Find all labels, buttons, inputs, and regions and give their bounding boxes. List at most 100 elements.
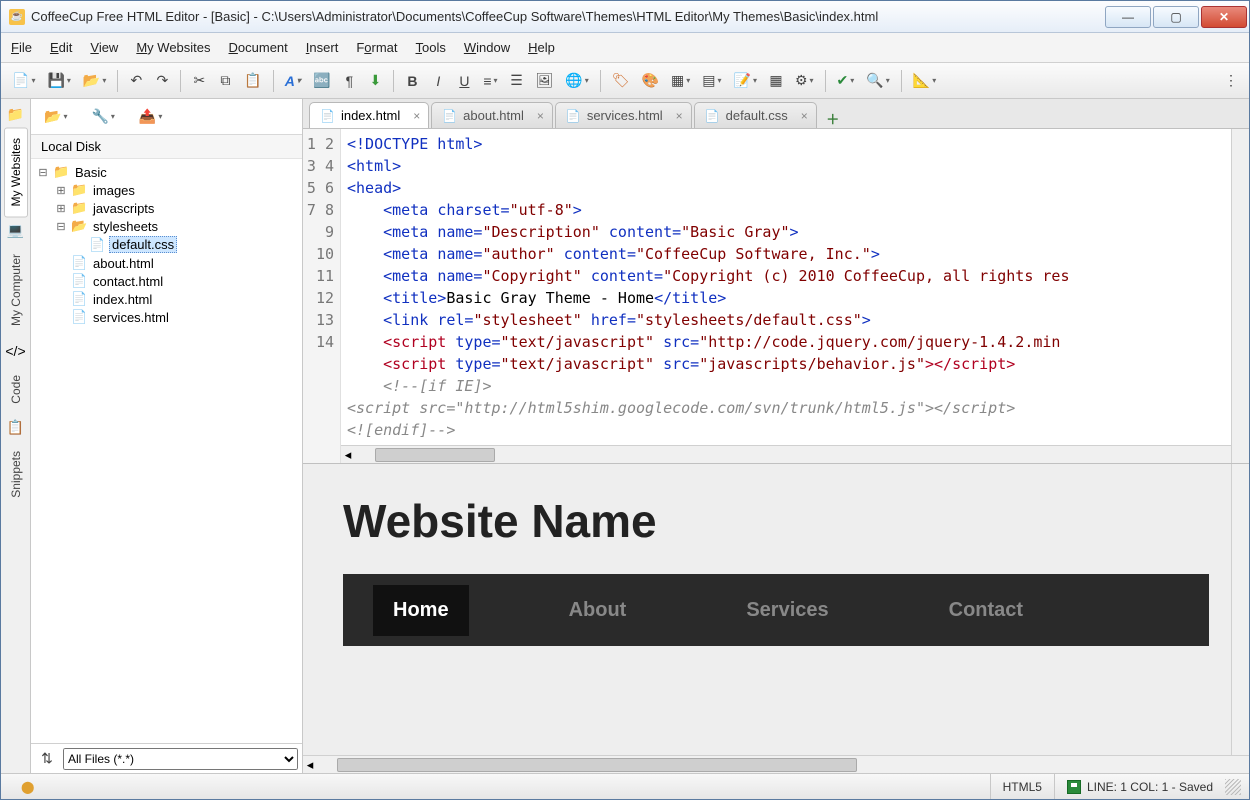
redo-button[interactable]: ↷ — [150, 68, 174, 94]
separator — [901, 70, 902, 92]
vtab-icon: </> — [7, 342, 25, 360]
menu-view[interactable]: View — [90, 40, 118, 55]
code-vscrollbar[interactable] — [1231, 129, 1249, 463]
file-icon: 📄 — [320, 109, 335, 123]
status-icon: ⬤ — [21, 780, 34, 794]
file-icon: 📄 — [566, 109, 581, 123]
titlebar: ☕ CoffeeCup Free HTML Editor - [Basic] -… — [1, 1, 1249, 33]
vtab-icon: 💻 — [7, 221, 25, 239]
tree-file[interactable]: 📄contact.html — [37, 272, 296, 290]
pilcrow-button[interactable]: ¶ — [337, 68, 361, 94]
side-tool-button[interactable]: 🔧▾ — [86, 104, 119, 130]
side-upload-button[interactable]: 📤▾ — [134, 104, 167, 130]
code-hscrollbar[interactable]: ◂ — [341, 445, 1231, 463]
table-button[interactable]: ▦ — [764, 68, 788, 94]
toolbar: 📄▾ 💾▾ 📂▾ ↶ ↷ ✂ ⧉ 📋 A▾ 🔤 ¶ ⬇ B I U ≡▾ ☰ 🖼… — [1, 63, 1249, 99]
menu-document[interactable]: Document — [229, 40, 288, 55]
tab-index[interactable]: 📄index.html× — [309, 102, 429, 128]
image-button[interactable]: 🖼 — [531, 68, 559, 94]
char-button[interactable]: 🔤 — [308, 68, 335, 94]
tab-services[interactable]: 📄services.html× — [555, 102, 692, 128]
menu-help[interactable]: Help — [528, 40, 555, 55]
side-open-button[interactable]: 📂▾ — [39, 104, 72, 130]
settings-button[interactable]: ⚙▾ — [790, 68, 819, 94]
color-button[interactable]: 🎨 — [637, 68, 664, 94]
resize-grip[interactable] — [1225, 779, 1241, 795]
tag-button[interactable]: 🏷 — [607, 68, 635, 94]
separator — [273, 70, 274, 92]
undo-button[interactable]: ↶ — [124, 68, 148, 94]
tree-file[interactable]: 📄index.html — [37, 290, 296, 308]
tree-folder-root[interactable]: ⊟📁Basic — [37, 163, 296, 181]
menu-tools[interactable]: Tools — [416, 40, 446, 55]
file-icon: 📄 — [442, 109, 457, 123]
close-button[interactable]: ✕ — [1201, 6, 1247, 28]
tree-file-selected[interactable]: 📄default.css — [37, 235, 296, 254]
maximize-button[interactable]: ▢ — [1153, 6, 1199, 28]
new-file-button[interactable]: 📄▾ — [7, 68, 40, 94]
list-button[interactable]: ☰ — [505, 68, 529, 94]
search-button[interactable]: 🔍▾ — [861, 68, 894, 94]
font-button[interactable]: A▾ — [280, 68, 306, 94]
tree-file[interactable]: 📄services.html — [37, 308, 296, 326]
code-editor[interactable]: 1 2 3 4 5 6 7 8 9 10 11 12 13 14 <!DOCTY… — [303, 129, 1249, 464]
tab-default-css[interactable]: 📄default.css× — [694, 102, 817, 128]
filter-select[interactable]: All Files (*.*) — [63, 748, 298, 770]
menu-insert[interactable]: Insert — [306, 40, 339, 55]
download-button[interactable]: ⬇ — [363, 68, 387, 94]
italic-button[interactable]: I — [426, 68, 450, 94]
preview-nav-about[interactable]: About — [549, 585, 647, 636]
menu-my-websites[interactable]: My Websites — [136, 40, 210, 55]
vtab-my-websites[interactable]: My Websites — [4, 127, 28, 217]
preview-nav: Home About Services Contact — [343, 574, 1209, 646]
status-position: LINE: 1 COL: 1 - Saved — [1054, 774, 1225, 799]
close-icon[interactable]: × — [801, 109, 808, 123]
file-icon: 📄 — [705, 109, 720, 123]
separator — [117, 70, 118, 92]
code-content[interactable]: <!DOCTYPE html> <html> <head> <meta char… — [341, 129, 1231, 445]
tree-folder[interactable]: ⊞📁javascripts — [37, 199, 296, 217]
preview-nav-services[interactable]: Services — [726, 585, 848, 636]
close-icon[interactable]: × — [413, 109, 420, 123]
frame-button[interactable]: ▤▾ — [697, 68, 726, 94]
preview-hscrollbar[interactable]: ◂ — [303, 755, 1249, 773]
tree-folder[interactable]: ⊟📂stylesheets — [37, 217, 296, 235]
ruler-button[interactable]: 📐▾ — [908, 68, 941, 94]
vtab-icon: 📋 — [7, 418, 25, 436]
vtab-icon: 📁 — [7, 105, 25, 123]
menu-edit[interactable]: Edit — [50, 40, 72, 55]
spellcheck-button[interactable]: ✔▾ — [832, 68, 860, 94]
layout-button[interactable]: ▦▾ — [666, 68, 695, 94]
toolbar-overflow[interactable]: ⋮ — [1219, 68, 1243, 94]
align-button[interactable]: ≡▾ — [478, 68, 502, 94]
bold-button[interactable]: B — [400, 68, 424, 94]
app-icon: ☕ — [9, 9, 25, 25]
link-button[interactable]: 🌐▾ — [560, 68, 593, 94]
vtab-snippets[interactable]: Snippets — [4, 440, 28, 509]
open-button[interactable]: 📂▾ — [78, 68, 111, 94]
vtab-code[interactable]: Code — [4, 364, 28, 415]
close-icon[interactable]: × — [676, 109, 683, 123]
tab-about[interactable]: 📄about.html× — [431, 102, 553, 128]
underline-button[interactable]: U — [452, 68, 476, 94]
minimize-button[interactable]: — — [1105, 6, 1151, 28]
separator — [825, 70, 826, 92]
cut-button[interactable]: ✂ — [187, 68, 211, 94]
menu-file[interactable]: File — [11, 40, 32, 55]
menu-format[interactable]: Format — [356, 40, 397, 55]
filter-icon[interactable]: ⇅ — [35, 746, 59, 772]
edit-button[interactable]: 📝▾ — [729, 68, 762, 94]
close-icon[interactable]: × — [537, 109, 544, 123]
menu-window[interactable]: Window — [464, 40, 510, 55]
main-area: 📁 My Websites 💻 My Computer </> Code 📋 S… — [1, 99, 1249, 773]
tree-folder[interactable]: ⊞📁images — [37, 181, 296, 199]
preview-nav-home[interactable]: Home — [373, 585, 469, 636]
save-button[interactable]: 💾▾ — [42, 68, 75, 94]
preview-vscrollbar[interactable] — [1231, 464, 1249, 755]
tree-file[interactable]: 📄about.html — [37, 254, 296, 272]
new-tab-button[interactable]: ＋ — [823, 108, 843, 128]
paste-button[interactable]: 📋 — [239, 68, 266, 94]
vtab-my-computer[interactable]: My Computer — [4, 243, 28, 337]
preview-nav-contact[interactable]: Contact — [929, 585, 1043, 636]
copy-button[interactable]: ⧉ — [213, 68, 237, 94]
